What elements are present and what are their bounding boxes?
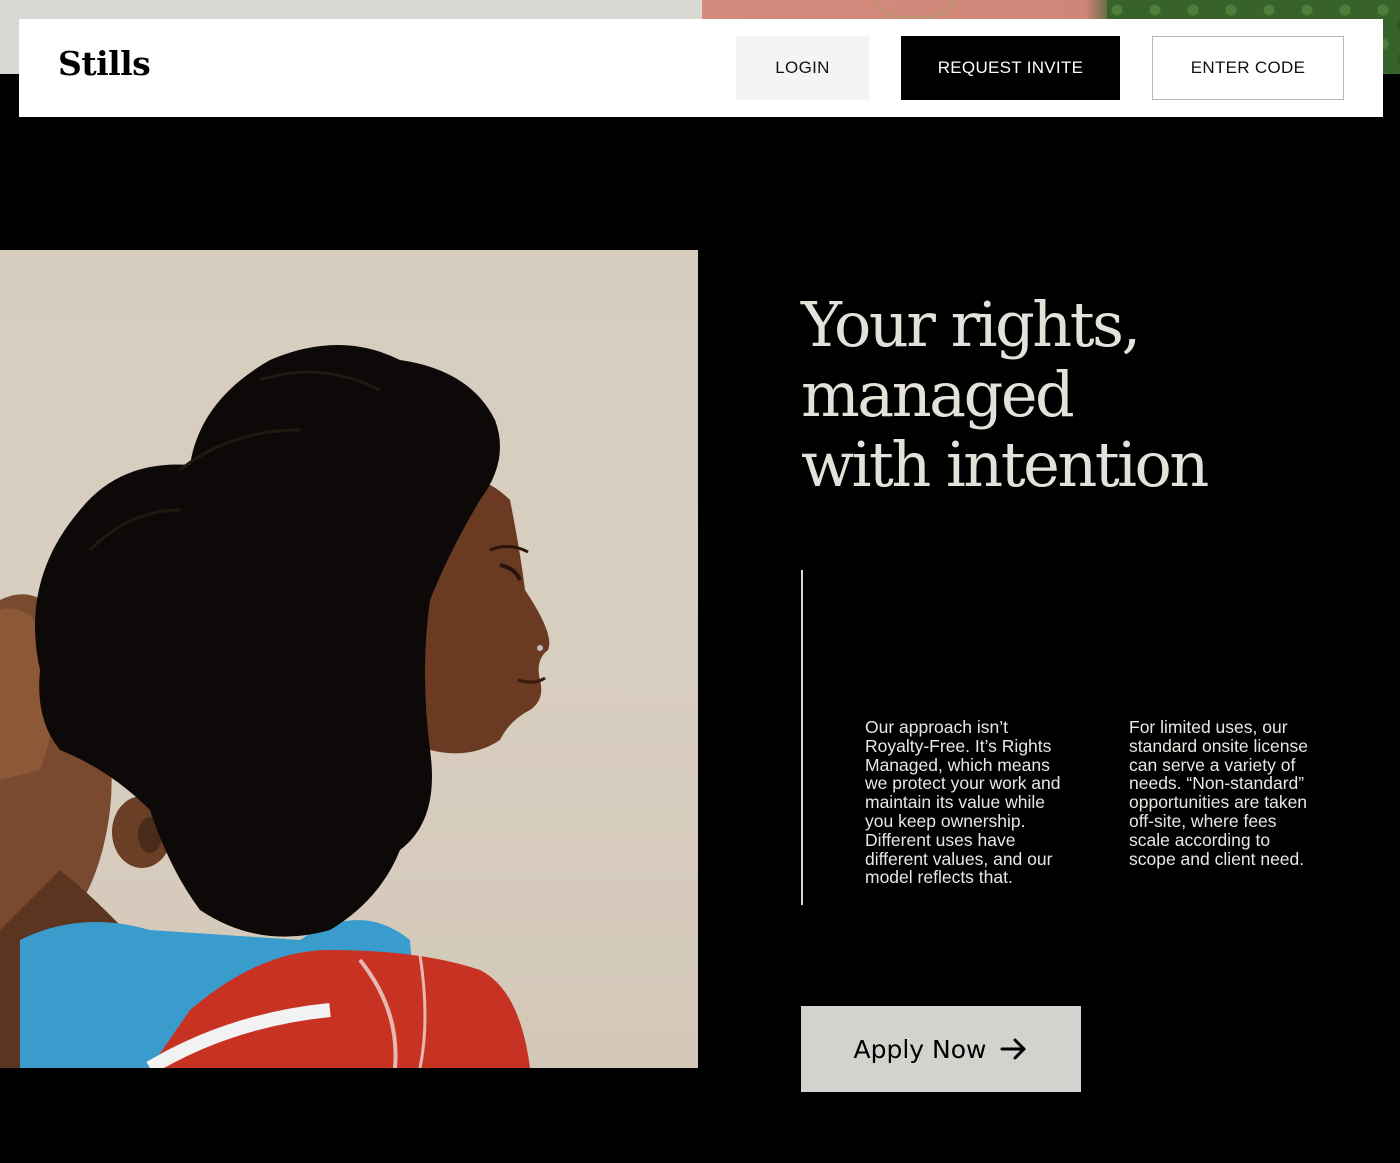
headline-line-1: Your rights, [801,288,1141,361]
apply-now-label: Apply Now [853,1034,987,1064]
enter-code-button[interactable]: ENTER CODE [1152,36,1344,100]
rights-managed-paragraph: Our approach isn’t Royalty-Free. It’s Ri… [865,717,1061,888]
arrow-right-icon [1000,1037,1028,1061]
hero-portrait-photo [0,250,698,1068]
headline-line-2: managed [801,358,1075,431]
site-header: Stills LOGIN REQUEST INVITE ENTER CODE [19,19,1383,117]
request-invite-button[interactable]: REQUEST INVITE [901,36,1120,100]
login-button[interactable]: LOGIN [736,36,869,100]
portrait-illustration [0,345,550,1068]
apply-now-button[interactable]: Apply Now [801,1006,1081,1092]
headline-line-3: with intention [801,428,1209,501]
necklace-detail [872,0,956,18]
brand-logo[interactable]: Stills [58,44,151,83]
license-paragraph: For limited uses, our standard onsite li… [1129,717,1308,869]
divider-line [801,570,803,905]
hero-headline: Your rights, managed with intention [801,290,1361,500]
